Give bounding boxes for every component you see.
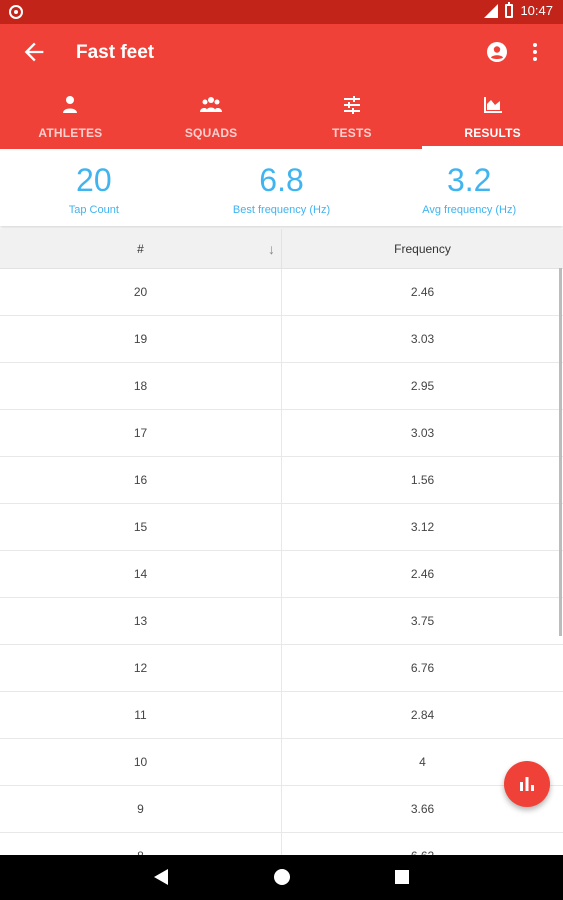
scrollbar[interactable] [559, 268, 562, 636]
stats-summary: 20 Tap Count 6.8 Best frequency (Hz) 3.2… [0, 149, 563, 226]
cell-frequency: 6.62 [282, 833, 563, 855]
column-header-label: # [137, 242, 144, 256]
table-row[interactable]: 15 3.12 [0, 504, 563, 551]
table-row[interactable]: 11 2.84 [0, 692, 563, 739]
stat-value: 3.2 [446, 162, 492, 198]
table-row[interactable]: 14 2.46 [0, 551, 563, 598]
cell-number: 8 [0, 833, 282, 855]
cell-frequency: 2.46 [410, 285, 435, 299]
table-row[interactable]: 9 3.66 [0, 786, 563, 833]
sort-arrow-icon[interactable]: ↓ [268, 229, 275, 269]
results-table[interactable]: # ↓ Frequency 20 2.46 19 3.03 18 2.95 17 3.03 16… [0, 229, 563, 855]
stat-value: 6.8 [259, 162, 304, 198]
stat-avg-frequency: 3.2 Avg frequency (Hz) [375, 149, 563, 226]
account-icon[interactable] [485, 40, 509, 64]
cell-frequency: 2.46 [410, 567, 435, 581]
more-vert-icon[interactable] [525, 40, 545, 64]
cell-frequency: 6.76 [410, 661, 435, 675]
tab-tests[interactable]: TESTS [282, 86, 423, 149]
stat-label: Tap Count [68, 204, 119, 216]
cell-frequency: 3.12 [410, 520, 435, 534]
tune-icon [343, 96, 360, 114]
table-body: 20 2.46 19 3.03 18 2.95 17 3.03 16 1.56 15 3.12 14 2.… [0, 269, 563, 855]
stat-tap-count: 20 Tap Count [0, 149, 188, 226]
system-nav-bar [0, 855, 563, 900]
signal-icon [484, 3, 499, 18]
person-icon [63, 96, 78, 113]
table-row[interactable]: 19 3.03 [0, 316, 563, 363]
bar-chart-icon [520, 777, 534, 791]
nav-home-icon[interactable] [273, 867, 291, 887]
cell-number: 12 [0, 645, 282, 691]
column-header-number[interactable]: # ↓ [0, 229, 282, 268]
nav-recents-icon[interactable] [393, 867, 411, 887]
group-icon [200, 97, 223, 112]
page-title: Fast feet [76, 42, 155, 63]
cell-number: 15 [0, 504, 282, 550]
cell-number: 18 [0, 363, 282, 409]
cell-frequency: 3.75 [410, 614, 435, 628]
cell-number: 14 [0, 551, 282, 597]
table-row[interactable]: 16 1.56 [0, 457, 563, 504]
battery-icon [505, 1, 514, 18]
cell-number: 20 [0, 269, 282, 315]
table-row[interactable]: 17 3.03 [0, 410, 563, 457]
table-row[interactable]: 12 6.76 [0, 645, 563, 692]
tab-athletes[interactable]: ATHLETES [0, 86, 141, 149]
table-header: # ↓ Frequency [0, 229, 563, 269]
app-bar: Fast feet ATHLETES SQUADS TESTS RESULTS [0, 24, 563, 149]
chart-fab-button[interactable] [504, 761, 550, 807]
cell-frequency: 3.03 [410, 426, 435, 440]
tab-label: RESULTS [464, 126, 521, 140]
tab-squads[interactable]: SQUADS [141, 86, 282, 149]
tab-results[interactable]: RESULTS [422, 86, 563, 149]
cell-frequency: 1.56 [410, 473, 435, 487]
tab-label: SQUADS [184, 126, 238, 140]
tab-label: ATHLETES [38, 126, 103, 140]
cell-number: 9 [0, 786, 282, 832]
table-row[interactable]: 86.62 [0, 833, 563, 855]
stat-label: Avg frequency (Hz) [422, 204, 517, 216]
nav-back-icon[interactable] [152, 867, 170, 887]
cell-number: 16 [0, 457, 282, 503]
table-row[interactable]: 13 3.75 [0, 598, 563, 645]
status-bar: 10:47 [0, 0, 563, 24]
notification-icon [9, 5, 23, 19]
table-row[interactable]: 18 2.95 [0, 363, 563, 410]
cell-frequency: 2.84 [410, 708, 435, 722]
cell-number: 13 [0, 598, 282, 644]
stat-best-frequency: 6.8 Best frequency (Hz) [188, 149, 376, 226]
status-right: 10:47 [484, 1, 553, 18]
cell-number: 19 [0, 316, 282, 362]
back-arrow-icon[interactable] [20, 38, 48, 66]
stat-value: 20 [76, 162, 112, 198]
cell-number: 10 [0, 739, 282, 785]
cell-number: 17 [0, 410, 282, 456]
cell-number: 11 [0, 692, 282, 738]
area-chart-icon [483, 97, 502, 113]
cell-frequency: 3.03 [410, 332, 435, 346]
status-time: 10:47 [520, 3, 553, 18]
column-header-frequency[interactable]: Frequency [282, 229, 563, 268]
table-row[interactable]: 20 2.46 [0, 269, 563, 316]
column-header-label: Frequency [394, 242, 451, 256]
cell-frequency: 2.95 [410, 379, 435, 393]
tab-label: TESTS [332, 126, 372, 140]
table-row[interactable]: 10 4 [0, 739, 563, 786]
stat-label: Best frequency (Hz) [232, 204, 331, 216]
tab-bar: ATHLETES SQUADS TESTS RESULTS [0, 86, 563, 149]
